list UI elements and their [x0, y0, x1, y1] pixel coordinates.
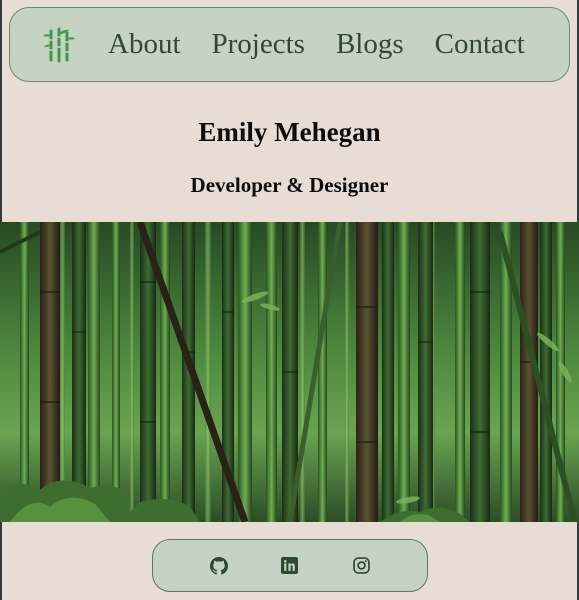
nav-link-contact[interactable]: Contact [435, 30, 525, 59]
social-links [152, 539, 428, 592]
linkedin-icon [281, 557, 299, 574]
home-logo-link[interactable] [42, 27, 76, 63]
page-subtitle: Developer & Designer [190, 173, 389, 197]
nav-link-about[interactable]: About [108, 30, 181, 59]
bamboo-forest-image [0, 222, 579, 522]
instagram-link[interactable] [351, 556, 371, 576]
github-link[interactable] [209, 556, 229, 576]
page-title: Emily Mehegan [198, 117, 381, 147]
instagram-icon [353, 557, 370, 574]
bamboo-forest-illustration [0, 222, 579, 522]
top-navigation: About Projects Blogs Contact [9, 7, 570, 82]
nav-link-projects[interactable]: Projects [212, 30, 305, 59]
github-icon [209, 556, 228, 575]
linkedin-link[interactable] [280, 556, 300, 576]
bamboo-icon [43, 27, 75, 62]
nav-link-blogs[interactable]: Blogs [336, 30, 404, 59]
